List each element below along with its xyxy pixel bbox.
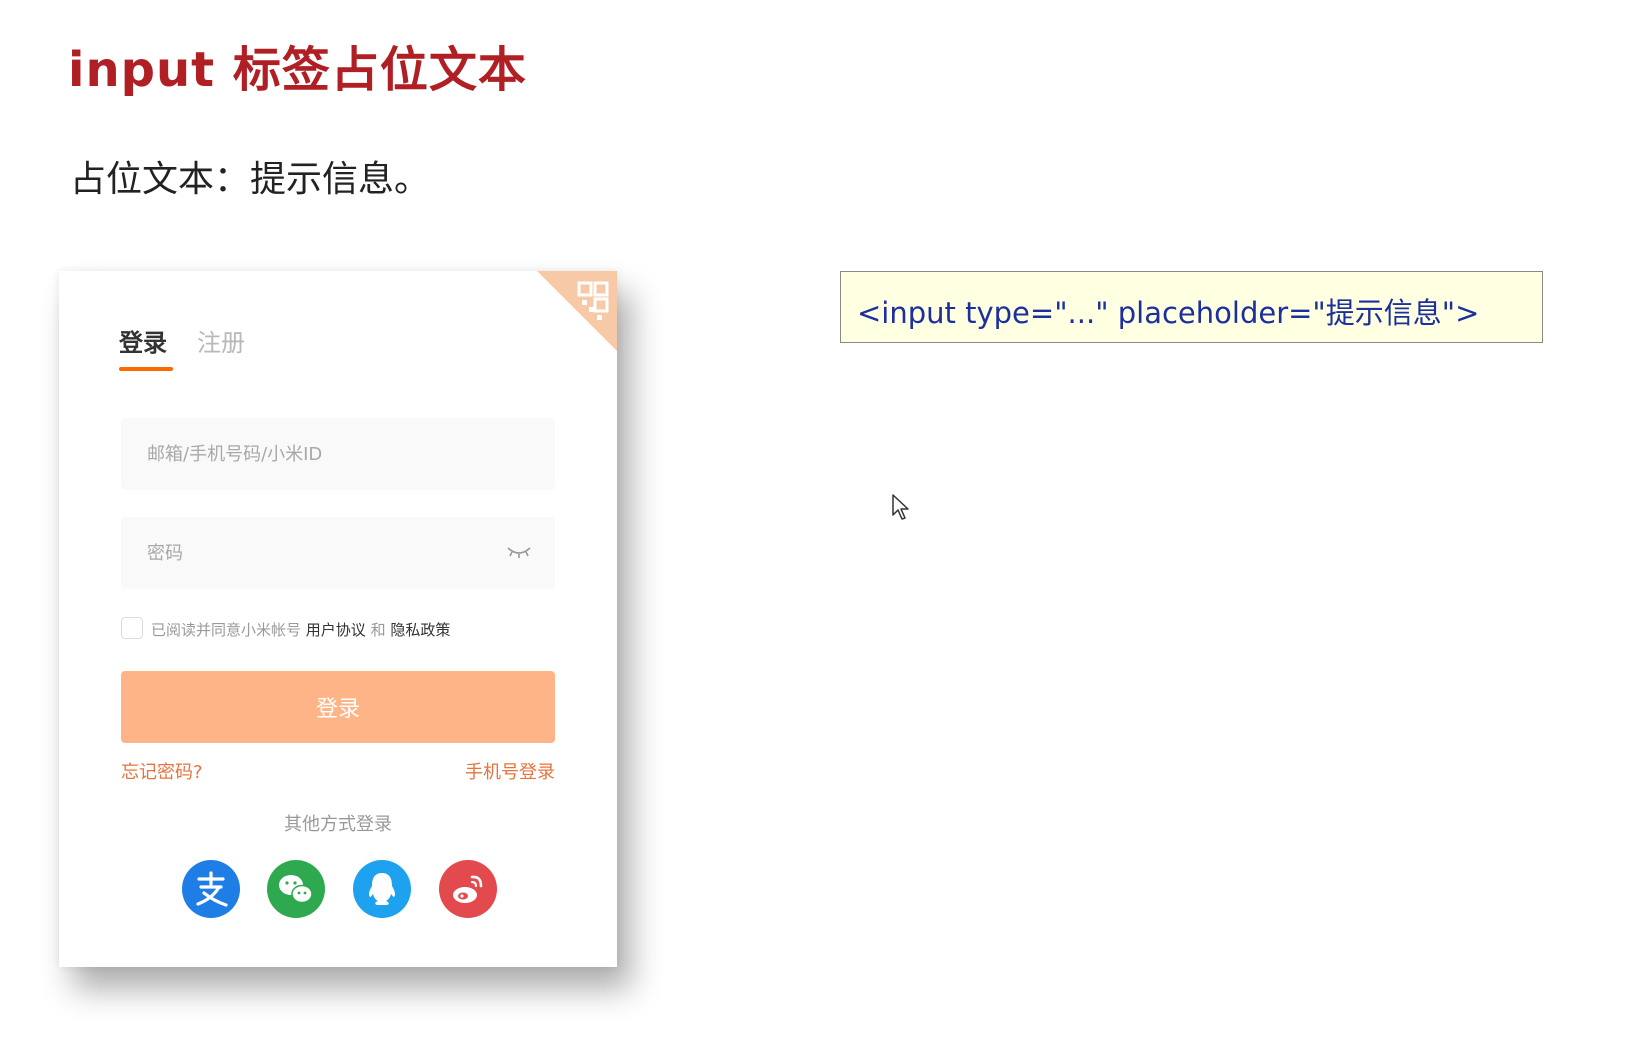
agreement-text: 已阅读并同意小米帐号 用户协议 和 隐私政策 (151, 619, 450, 640)
privacy-policy-link[interactable]: 隐私政策 (390, 621, 450, 639)
code-example-box: <input type="..." placeholder="提示信息"> (840, 271, 1543, 343)
wechat-icon[interactable] (267, 860, 325, 918)
password-input[interactable] (121, 517, 555, 589)
eye-closed-icon[interactable] (506, 542, 532, 562)
active-tab-underline (119, 367, 173, 371)
slide-subtitle: 占位文本：提示信息。 (70, 159, 431, 200)
tab-register[interactable]: 注册 (197, 323, 245, 358)
other-login-methods-label: 其他方式登录 (284, 814, 392, 835)
login-card: 登录 注册 已阅读并同意小米帐号 用户协议 和 隐私政策 登录 忘记密码? 手机… (59, 271, 617, 967)
forgot-password-link[interactable]: 忘记密码? (121, 758, 203, 784)
weibo-icon[interactable] (439, 860, 497, 918)
qr-code-icon[interactable] (537, 271, 617, 351)
agree-checkbox[interactable] (121, 617, 143, 639)
code-example-text: <input type="..." placeholder="提示信息"> (857, 296, 1480, 330)
phone-login-link[interactable]: 手机号登录 (465, 758, 555, 784)
account-input[interactable] (121, 418, 555, 490)
qq-icon[interactable] (353, 860, 411, 918)
mouse-cursor-icon (892, 494, 909, 520)
tab-login[interactable]: 登录 (119, 323, 167, 358)
user-agreement-link[interactable]: 用户协议 (306, 621, 366, 639)
agreement-prefix: 已阅读并同意小米帐号 (151, 621, 302, 639)
slide-title: input 标签占位文本 (68, 42, 527, 98)
agreement-joiner: 和 (370, 621, 386, 639)
login-button[interactable]: 登录 (121, 671, 555, 743)
alipay-icon[interactable] (182, 860, 240, 918)
